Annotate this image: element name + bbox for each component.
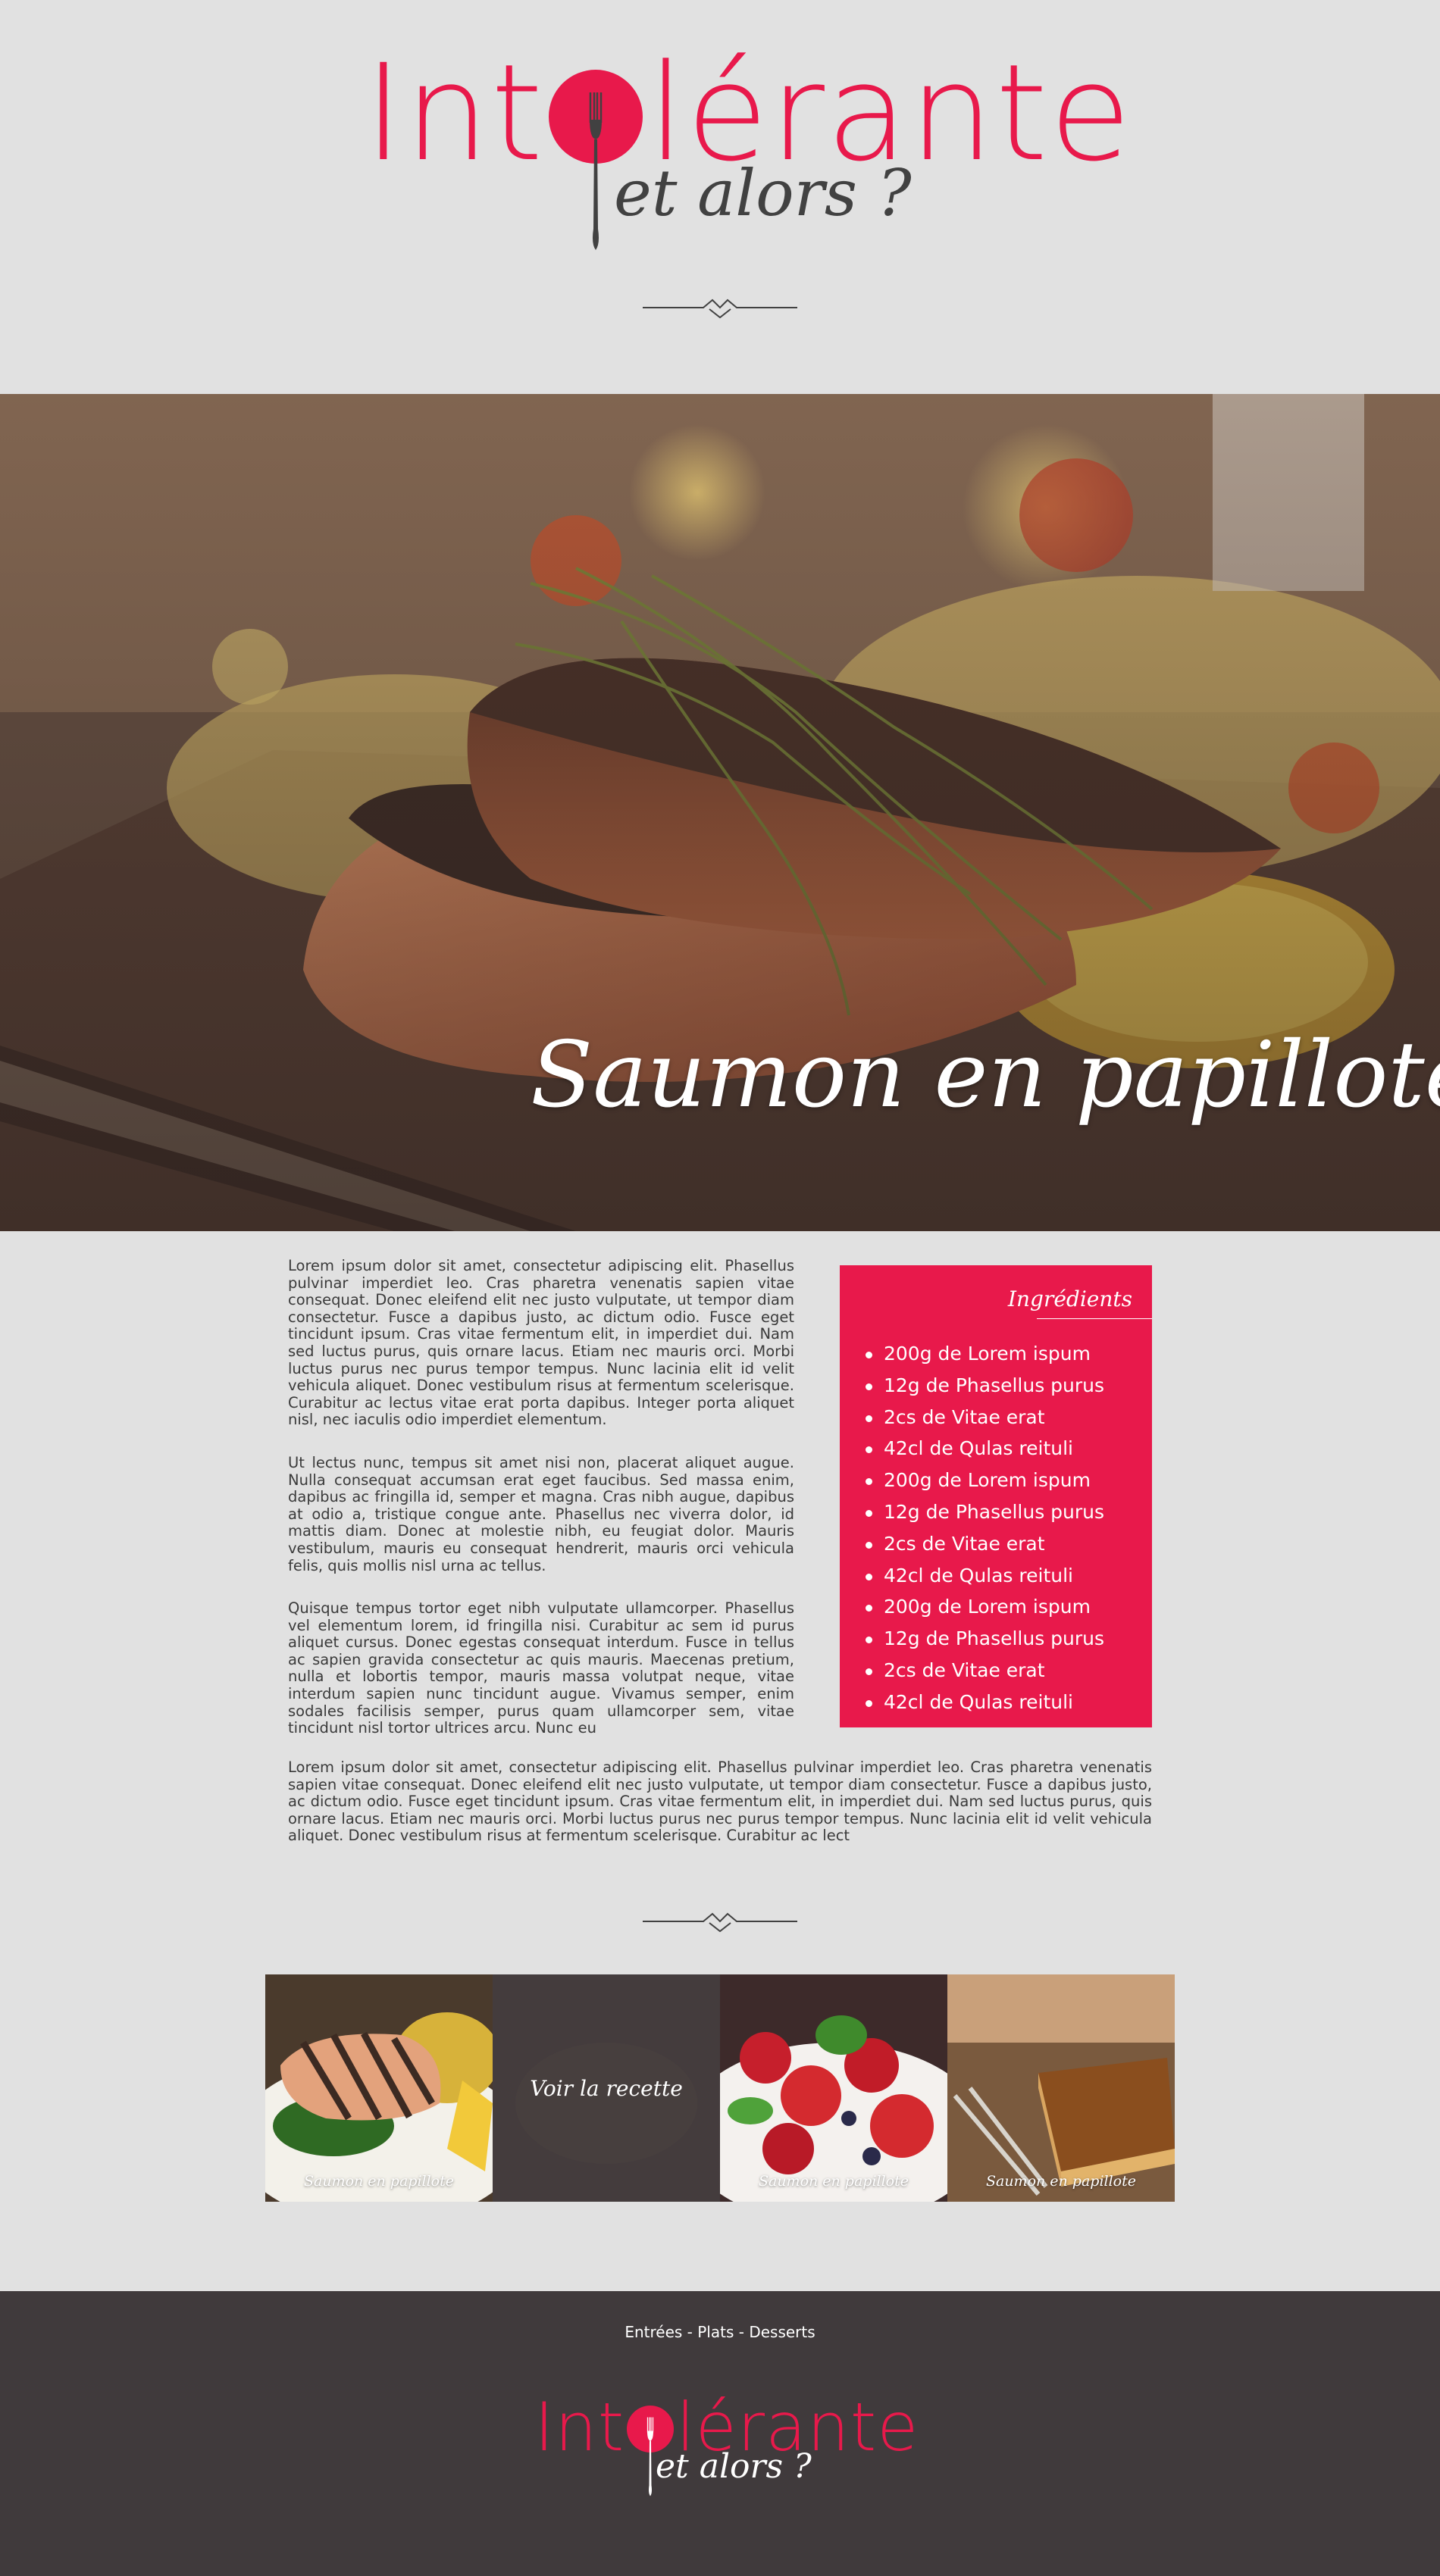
recipe-paragraph: Ut lectus nunc, tempus sit amet nisi non… [288,1453,794,1574]
site-logo[interactable]: Int lérante et alors ? [364,38,1132,250]
ingredient-item: 200g de Lorem ispum [862,1591,1104,1623]
gallery-tile-caption: Saumon en papillote [303,2173,455,2190]
strawberry-salad-image [720,1974,947,2202]
footer-nav-link-entrees[interactable]: Entrées [625,2323,682,2341]
gallery-tile-caption: Saumon en papillote [985,2173,1137,2190]
footer-nav-link-plats[interactable]: Plats [697,2323,734,2341]
footer-nav-separator: - [734,2323,750,2341]
ingredient-item: 2cs de Vitae erat [862,1655,1104,1687]
recipe-text-column: Lorem ipsum dolor sit amet, consectetur … [288,1257,794,1763]
pecan-pie-image [947,1974,1175,2202]
recipe-paragraph: Quisque tempus tortor eget nibh vulputat… [288,1599,794,1737]
ingredient-item: 200g de Lorem ispum [862,1338,1104,1370]
footer-nav: Entrées - Plats - Desserts [0,2323,1440,2341]
logo-fork-circle [549,70,643,250]
footer-nav-separator: - [682,2323,698,2341]
fork-icon [590,92,603,250]
gallery-tile-strawberry-salad[interactable]: Saumon en papillote [720,1974,947,2202]
hero-title: Saumon en papillote [531,1023,1440,1128]
ingredient-item: 12g de Phasellus purus [862,1623,1104,1655]
ingredients-list: 200g de Lorem ispum 12g de Phasellus pur… [862,1338,1104,1718]
logo-tagline: et alors ? [656,2447,812,2486]
ingredient-item: 42cl de Qulas reituli [862,1687,1104,1718]
ingredient-item: 2cs de Vitae erat [862,1528,1104,1560]
ornament-divider-icon [643,1912,797,1932]
recipe-gallery: Saumon en papillote Voir la recette Saum… [265,1974,1175,2202]
ingredients-title: Ingrédients [1007,1286,1132,1311]
logo-tagline: et alors ? [614,156,912,230]
gallery-tile-caption: Saumon en papillote [758,2173,909,2190]
ingredient-item: 42cl de Qulas reituli [862,1433,1104,1465]
ingredients-box: Ingrédients 200g de Lorem ispum 12g de P… [840,1265,1152,1727]
gallery-tile-view-recipe[interactable]: Voir la recette [493,1974,720,2202]
ingredient-item: 12g de Phasellus purus [862,1496,1104,1528]
view-recipe-link[interactable]: Voir la recette [493,2076,720,2101]
recipe-paragraph: Lorem ipsum dolor sit amet, consectetur … [288,1758,1152,1845]
recipe-full-width-text: Lorem ipsum dolor sit amet, consectetur … [288,1758,1152,1871]
ingredient-item: 200g de Lorem ispum [862,1465,1104,1496]
grilled-salmon-image [265,1974,493,2202]
ingredients-title-underline [1037,1318,1152,1319]
recipe-paragraph: Lorem ipsum dolor sit amet, consectetur … [288,1257,794,1429]
site-footer: Entrées - Plats - Desserts Int lérante et… [0,2291,1440,2576]
fork-icon [647,2417,654,2496]
ingredient-item: 2cs de Vitae erat [862,1402,1104,1433]
site-header: Int lérante et alors ? [0,0,1440,394]
ingredient-item: 42cl de Qulas reituli [862,1560,1104,1592]
gallery-tile-grilled-salmon[interactable]: Saumon en papillote [265,1974,493,2202]
ingredient-item: 12g de Phasellus purus [862,1370,1104,1402]
ornament-divider-icon [643,299,797,318]
footer-logo[interactable]: Int lérante et alors ? [534,2390,918,2518]
gallery-tile-pecan-pie[interactable]: Saumon en papillote [947,1974,1175,2202]
footer-nav-link-desserts[interactable]: Desserts [749,2323,815,2341]
